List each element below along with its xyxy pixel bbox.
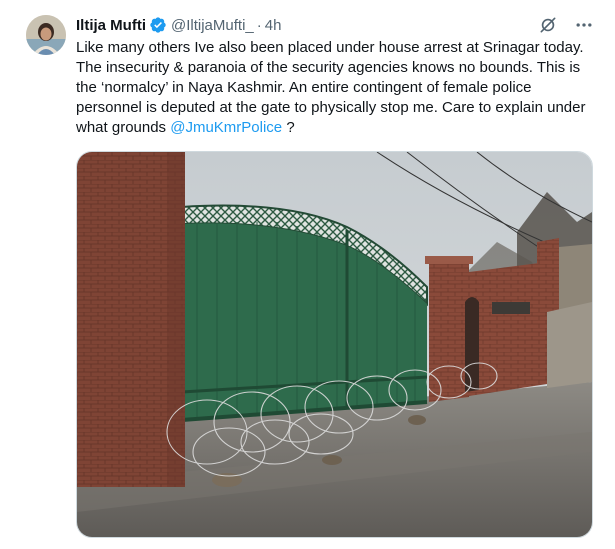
avatar[interactable]: [26, 15, 66, 55]
tweet-text: Like many others Ive also been placed un…: [76, 38, 601, 138]
separator-dot: ·: [256, 16, 262, 34]
tweet-header: Iltija Mufti @IltijaMufti_ · 4h: [76, 14, 281, 36]
tweet: Iltija Mufti @IltijaMufti_ · 4h Like man…: [0, 0, 615, 549]
more-icon[interactable]: [573, 14, 595, 36]
grok-icon[interactable]: [537, 14, 559, 36]
verified-badge-icon: [149, 16, 167, 34]
gate-photo: [77, 152, 592, 537]
avatar-image: [26, 15, 66, 55]
author-handle[interactable]: @IltijaMufti_: [171, 17, 254, 34]
tweet-body-end: ?: [282, 119, 295, 136]
tweet-actions: [537, 14, 595, 36]
mention-link[interactable]: @JmuKmrPolice: [170, 119, 282, 136]
tweet-body: Like many others Ive also been placed un…: [76, 39, 586, 136]
timestamp[interactable]: 4h: [265, 17, 282, 34]
tweet-photo[interactable]: [76, 151, 593, 538]
author-name[interactable]: Iltija Mufti: [76, 17, 146, 34]
